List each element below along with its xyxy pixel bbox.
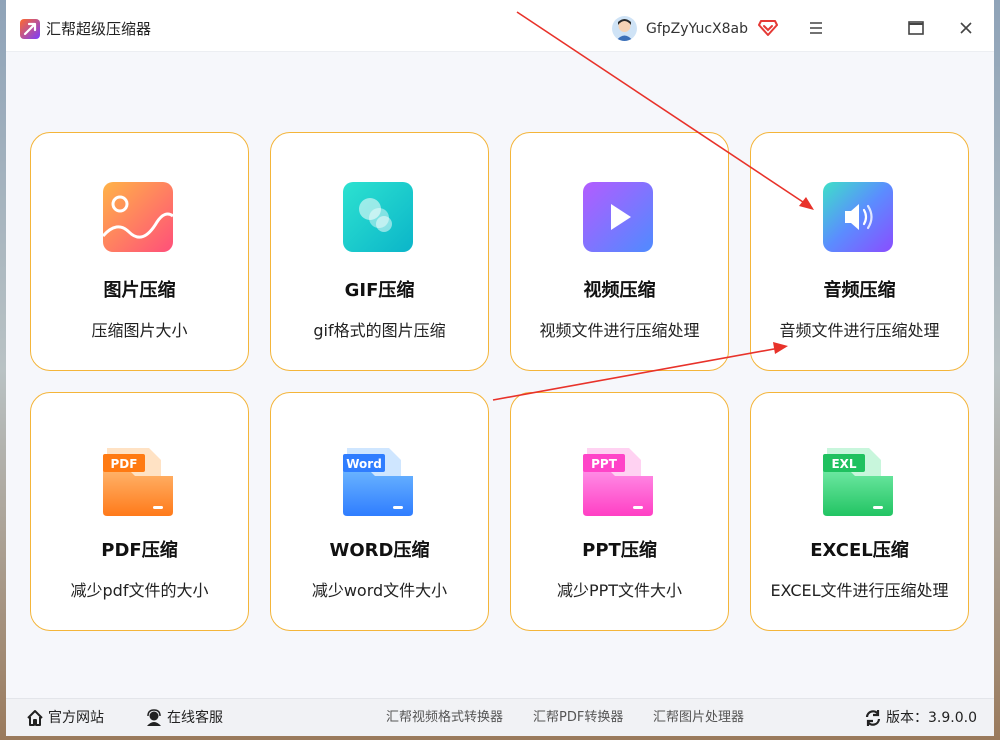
maximize-icon [908,21,924,35]
ppt-badge-text: PPT [591,457,618,471]
word-compress-card[interactable]: Word WORD压缩 减少word文件大小 [270,392,489,631]
card-title: WORD压缩 [329,540,430,561]
video-compress-card[interactable]: 视频压缩 视频文件进行压缩处理 [510,132,729,371]
excel-folder-icon: EXL [819,440,901,522]
image-icon [99,180,181,262]
title-bar: 汇帮超级压缩器 GfpZyYucX8ab [6,0,994,52]
card-title: 音频压缩 [823,280,896,301]
card-description: 压缩图片大小 [91,321,188,340]
card-description: gif格式的图片压缩 [313,321,446,340]
speaker-icon [819,180,901,262]
close-button[interactable] [954,16,978,40]
card-description: 减少PPT文件大小 [556,581,683,600]
refresh-icon[interactable] [864,709,882,727]
word-badge-text: Word [346,457,382,471]
excel-badge-text: EXL [831,457,856,471]
ppt-folder-icon: PPT [579,440,661,522]
video-play-icon [579,180,661,262]
username[interactable]: GfpZyYucX8ab [646,19,748,39]
customer-service-icon[interactable] [145,709,163,727]
image-compress-card[interactable]: 图片压缩 压缩图片大小 [30,132,249,371]
card-description: 减少pdf文件的大小 [70,581,209,600]
pdf-folder-icon: PDF [99,440,181,522]
menu-button[interactable] [804,16,828,40]
app-window: 汇帮超级压缩器 GfpZyYucX8ab 图片压缩 压缩图片大小 GIF压缩 g… [6,0,994,736]
official-website-link[interactable]: 官方网站 [48,709,104,727]
card-title: PPT压缩 [582,540,657,561]
excel-compress-card[interactable]: EXL EXCEL压缩 EXCEL文件进行压缩处理 [750,392,969,631]
app-title: 汇帮超级压缩器 [46,20,152,38]
card-title: GIF压缩 [344,280,415,301]
close-icon [960,22,972,34]
online-support-link[interactable]: 在线客服 [167,709,223,727]
video-converter-link[interactable]: 汇帮视频格式转换器 [386,709,503,727]
ppt-compress-card[interactable]: PPT PPT压缩 减少PPT文件大小 [510,392,729,631]
pdf-compress-card[interactable]: PDF PDF压缩 减少pdf文件的大小 [30,392,249,631]
audio-compress-card[interactable]: 音频压缩 音频文件进行压缩处理 [750,132,969,371]
maximize-button[interactable] [904,16,928,40]
card-title: 视频压缩 [583,280,656,301]
pdf-badge-text: PDF [111,457,138,471]
card-title: PDF压缩 [101,540,178,561]
image-processor-link[interactable]: 汇帮图片处理器 [653,709,744,727]
card-description: 音频文件进行压缩处理 [779,321,940,340]
gif-icon [339,180,421,262]
footer-bar: 官方网站 在线客服 汇帮视频格式转换器 汇帮PDF转换器 汇帮图片处理器 版本：… [6,698,994,736]
home-icon[interactable] [26,709,44,727]
card-description: 视频文件进行压缩处理 [539,321,700,340]
word-folder-icon: Word [339,440,421,522]
version-label: 版本：3.9.0.0 [886,710,977,726]
card-description: 减少word文件大小 [311,581,448,600]
app-logo-icon [20,19,40,39]
gif-compress-card[interactable]: GIF压缩 gif格式的图片压缩 [270,132,489,371]
vip-diamond-icon[interactable] [758,19,778,37]
user-avatar[interactable] [612,16,637,41]
hamburger-icon [810,22,822,34]
card-title: 图片压缩 [103,280,176,301]
card-title: EXCEL压缩 [810,540,909,561]
pdf-converter-link[interactable]: 汇帮PDF转换器 [533,709,623,727]
card-description: EXCEL文件进行压缩处理 [770,581,949,600]
